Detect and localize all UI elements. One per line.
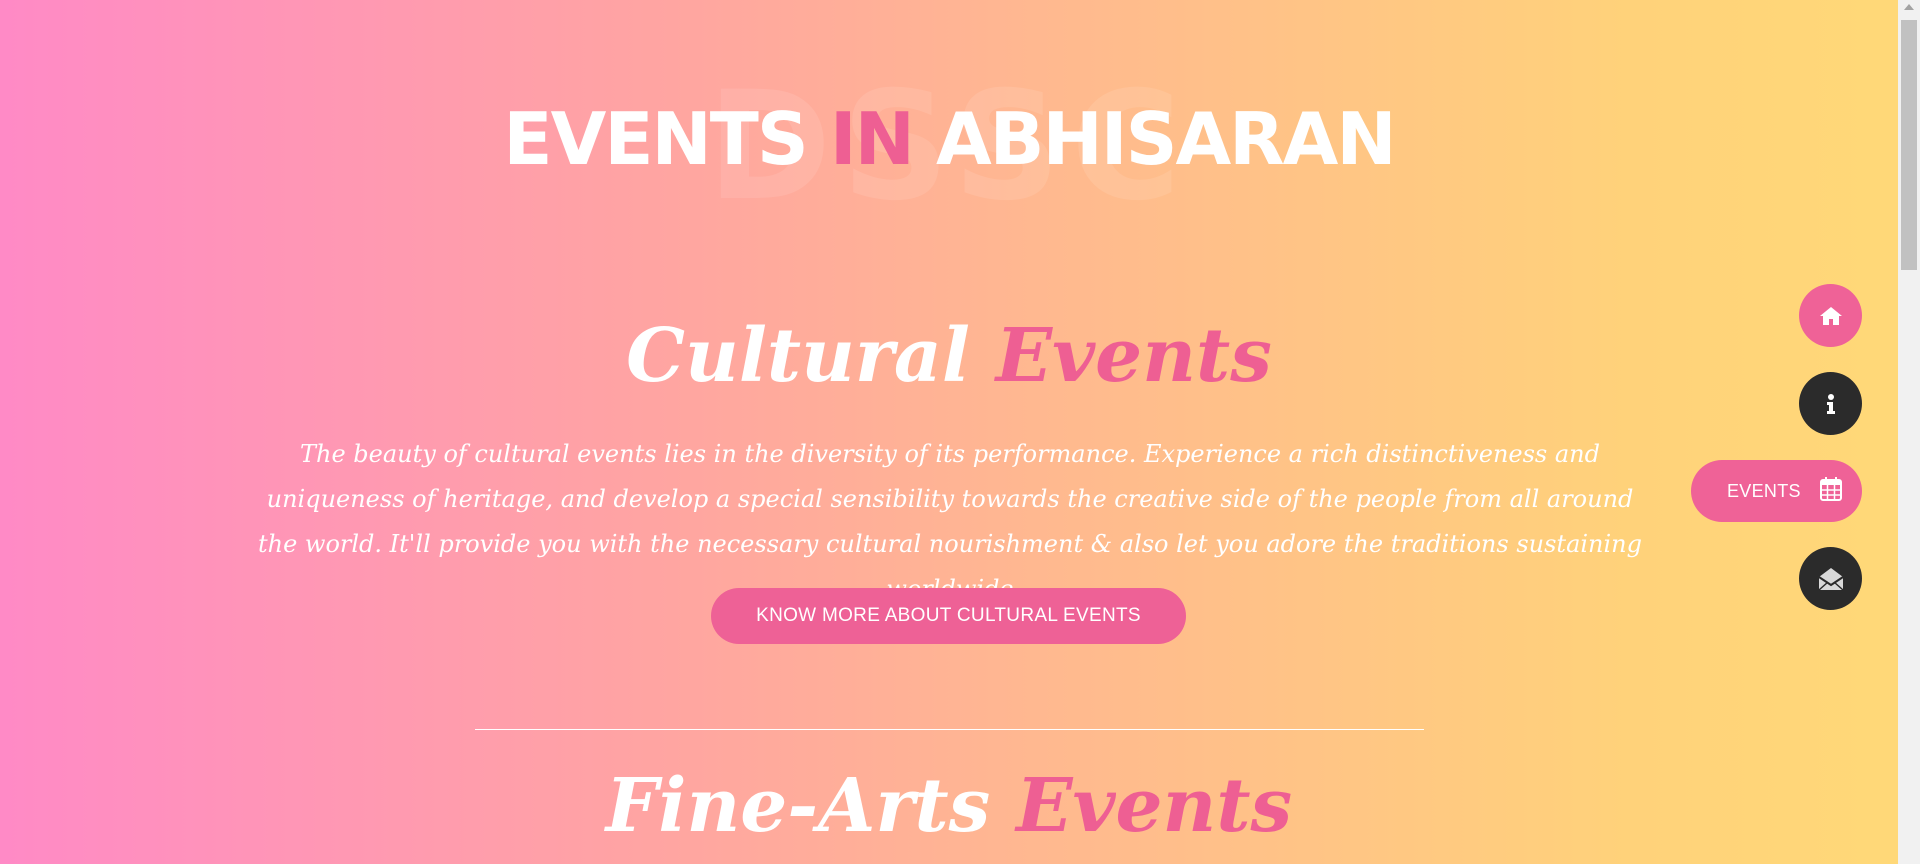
nav-events-button[interactable]: EVENTS	[1691, 460, 1862, 522]
fine-arts-heading-main: Fine-Arts	[605, 763, 991, 849]
envelope-open-icon	[1817, 567, 1844, 591]
events-label: EVENTS	[1727, 480, 1801, 501]
fine-arts-events-heading: Fine-Arts Events	[0, 762, 1898, 851]
title-part-abhisaran: ABHISARAN	[935, 97, 1397, 181]
cultural-events-heading: Cultural Events	[0, 312, 1898, 401]
page: DSSC EVENTS IN ABHISARAN Cultural Events…	[0, 0, 1898, 864]
cultural-heading-main: Cultural	[626, 313, 970, 399]
vertical-scrollbar[interactable]	[1898, 0, 1920, 864]
fine-arts-heading-accent: Events	[1016, 763, 1293, 849]
cultural-heading-accent: Events	[995, 313, 1272, 399]
cultural-events-description: The beauty of cultural events lies in th…	[257, 440, 1643, 603]
nav-contact-button[interactable]	[1799, 547, 1862, 610]
nav-home-button[interactable]	[1799, 284, 1862, 347]
calendar-icon	[1820, 476, 1842, 506]
know-more-cultural-button[interactable]: KNOW MORE ABOUT CULTURAL EVENTS	[711, 588, 1186, 644]
page-title: EVENTS IN ABHISARAN	[0, 96, 1898, 182]
info-icon	[1825, 393, 1837, 415]
scroll-up-arrow-icon[interactable]	[1904, 4, 1914, 10]
title-part-events: EVENTS	[503, 97, 808, 181]
nav-about-button[interactable]	[1799, 372, 1862, 435]
section-divider	[475, 729, 1424, 730]
title-part-in: IN	[829, 97, 915, 181]
scrollbar-thumb[interactable]	[1901, 20, 1917, 270]
home-icon	[1819, 305, 1843, 327]
